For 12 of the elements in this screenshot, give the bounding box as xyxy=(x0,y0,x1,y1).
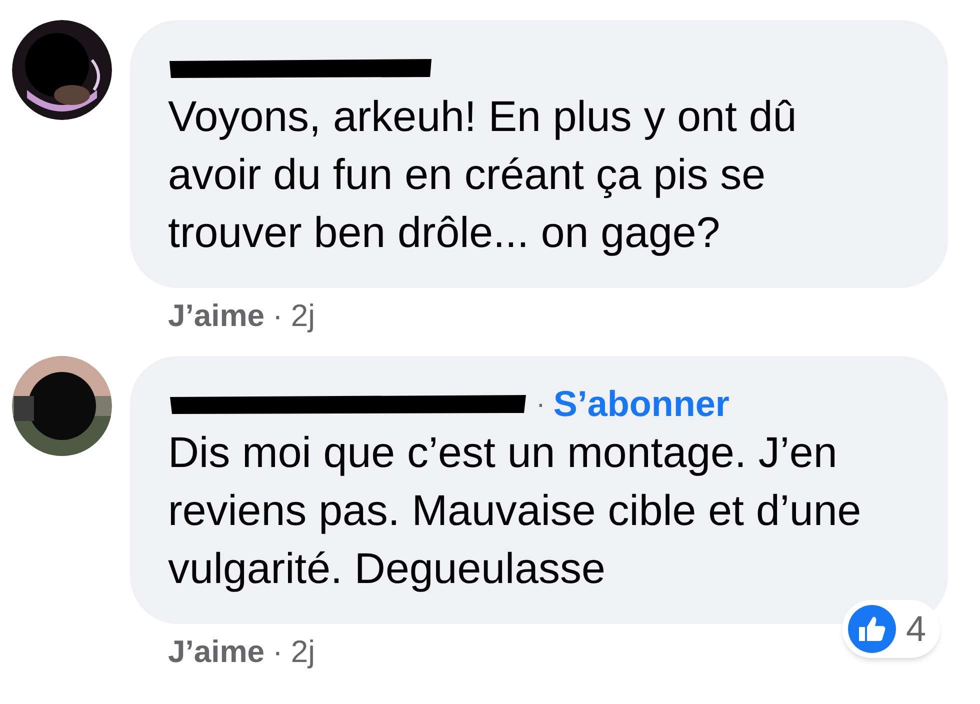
comment-text: Dis moi que c’est un montage. J’en reviens pas. Mauvaise cible et d’une vulgarité. Degueulasse xyxy=(168,428,862,595)
separator-dot: · xyxy=(272,633,283,671)
comment-text: Voyons, arkeuh! En plus y ont dû avoir du fun en créant ça pis se trouver ben drôle... on gage? xyxy=(168,92,798,259)
like-link[interactable]: J’aime xyxy=(168,632,265,672)
follow-link[interactable]: S’abonner xyxy=(553,377,730,431)
like-link[interactable]: J’aime xyxy=(168,296,265,336)
separator-dot: · xyxy=(272,297,283,335)
reaction-count[interactable]: 4 xyxy=(842,600,940,658)
timestamp: 2j xyxy=(290,297,315,335)
timestamp: 2j xyxy=(290,633,315,671)
thumbs-up-icon xyxy=(848,605,896,653)
separator-dot: · xyxy=(536,387,546,421)
